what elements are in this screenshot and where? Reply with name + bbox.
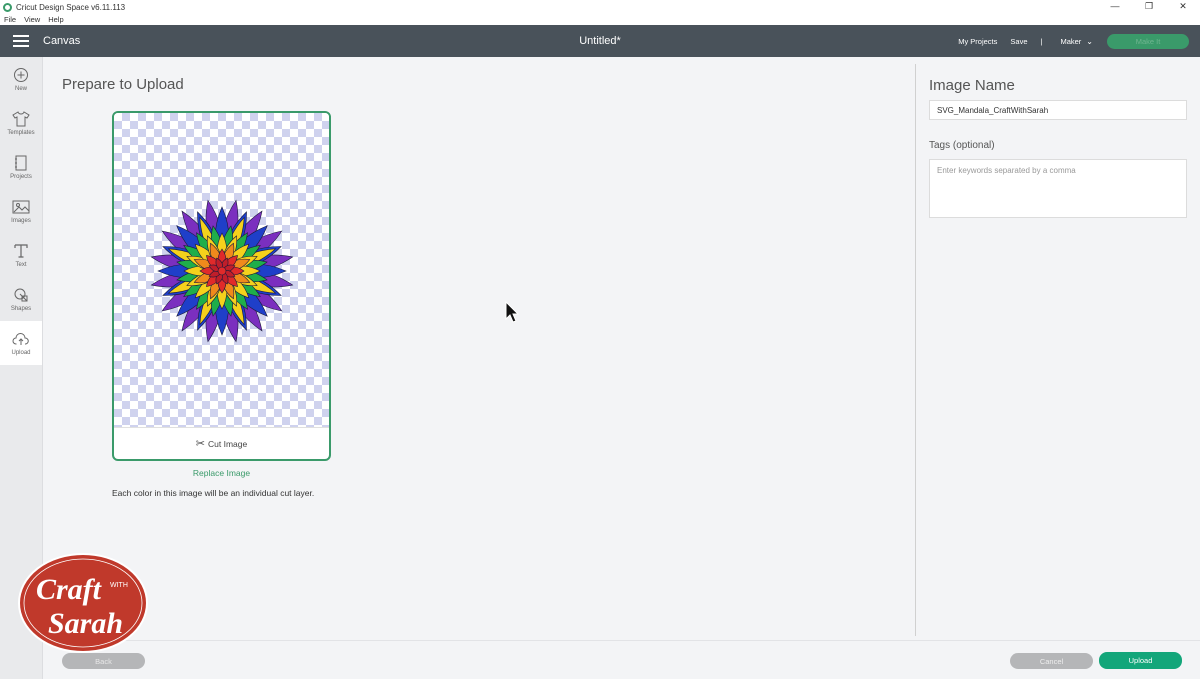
chevron-down-icon: ⌄ [1086, 36, 1093, 46]
mandala-center [217, 266, 227, 276]
window-controls: — ❐ ✕ [1098, 0, 1200, 14]
notebook-icon [12, 154, 30, 172]
header-separator: | [1040, 36, 1043, 46]
mandala-image [150, 199, 294, 343]
menu-view[interactable]: View [24, 15, 40, 24]
replace-image-link[interactable]: Replace Image [112, 468, 331, 478]
panel-divider [915, 64, 916, 636]
sidebar-item-label: Templates [7, 130, 35, 136]
upload-button[interactable]: Upload [1099, 652, 1182, 669]
sidebar-item-label: Shapes [10, 306, 32, 312]
cut-layer-note: Each color in this image will be an indi… [112, 488, 315, 498]
menu-help[interactable]: Help [48, 15, 63, 24]
cloud-upload-icon [12, 330, 30, 348]
make-it-button[interactable]: Make It [1107, 33, 1189, 49]
save-link[interactable]: Save [1010, 37, 1027, 46]
hamburger-menu-icon[interactable] [13, 35, 29, 47]
app-header: Canvas Untitled* My Projects Save | Make… [0, 25, 1200, 57]
sidebar-item-projects[interactable]: Projects [0, 145, 42, 189]
app-logo-icon [3, 2, 12, 12]
section-label: Canvas [43, 35, 81, 47]
cut-image-option[interactable]: ✂ Cut Image [114, 427, 329, 459]
image-preview-card[interactable]: ✂ Cut Image [112, 111, 331, 461]
sidebar-item-label: Projects [10, 174, 32, 180]
mouse-cursor-icon [505, 301, 519, 323]
menu-file[interactable]: File [4, 15, 16, 24]
tags-input[interactable] [929, 159, 1187, 218]
logo-text-craft: Craft [36, 573, 103, 606]
minimize-button[interactable]: — [1098, 0, 1132, 14]
shapes-icon [12, 286, 30, 304]
sidebar-item-text[interactable]: Text [0, 233, 42, 277]
image-icon [12, 198, 30, 216]
machine-label: Maker [1060, 36, 1082, 46]
craft-with-sarah-logo: Craft WITH Sarah [18, 553, 148, 653]
logo-text-with: WITH [110, 582, 128, 589]
tags-label: Tags (optional) [929, 140, 995, 151]
sidebar-item-new[interactable]: New [0, 57, 42, 101]
cut-image-label: Cut Image [208, 438, 248, 449]
back-button[interactable]: Back [62, 653, 145, 669]
page-title: Prepare to Upload [62, 76, 184, 93]
restore-button[interactable]: ❐ [1132, 0, 1166, 14]
cancel-button[interactable]: Cancel [1010, 653, 1093, 669]
menu-bar: File View Help [0, 14, 1200, 25]
scissors-icon: ✂ [195, 438, 205, 450]
sidebar-item-label: Upload [11, 350, 31, 356]
logo-text-sarah: Sarah [48, 607, 123, 640]
sidebar-item-shapes[interactable]: Shapes [0, 277, 42, 321]
my-projects-link[interactable]: My Projects [958, 37, 997, 46]
sidebar-item-upload[interactable]: Upload [0, 321, 42, 365]
sidebar-item-label: New [14, 86, 27, 92]
tshirt-icon [12, 110, 30, 128]
sidebar-item-images[interactable]: Images [0, 189, 42, 233]
text-t-icon [12, 242, 30, 260]
plus-circle-icon [12, 66, 30, 84]
window-titlebar: Cricut Design Space v6.11.113 — ❐ ✕ [0, 0, 1200, 14]
image-name-heading: Image Name [929, 77, 1015, 94]
image-name-input[interactable] [929, 100, 1187, 120]
machine-select[interactable]: Maker ⌄ [1060, 37, 1093, 46]
close-window-button[interactable]: ✕ [1166, 0, 1200, 14]
sidebar-item-label: Images [11, 218, 31, 224]
sidebar-item-templates[interactable]: Templates [0, 101, 42, 145]
app-title: Cricut Design Space v6.11.113 [16, 2, 126, 12]
sidebar-item-label: Text [15, 262, 27, 268]
